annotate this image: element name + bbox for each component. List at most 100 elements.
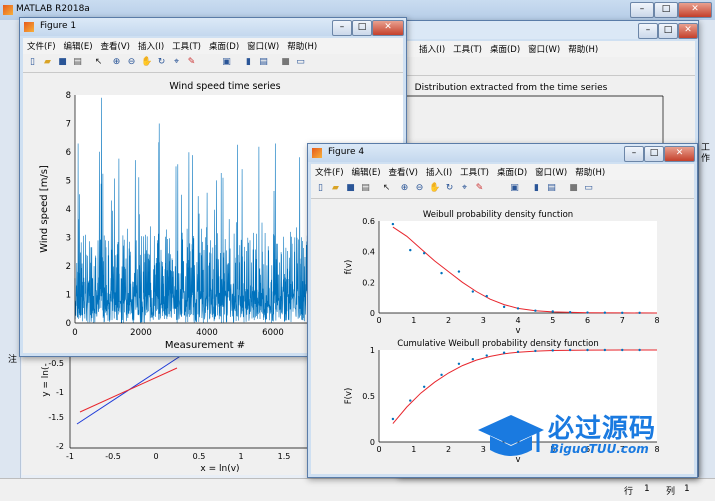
xtick-label: 0: [376, 445, 381, 454]
xtick-label: 1: [411, 445, 416, 454]
ytick-label: 0: [66, 319, 71, 329]
figure1-maximize-button[interactable]: □: [352, 20, 372, 36]
legend-icon[interactable]: ▤: [258, 57, 269, 68]
open-file-icon[interactable]: ▰: [42, 57, 53, 68]
chart-title: Wind speed time series: [169, 81, 280, 92]
fig4-menu-edit[interactable]: 编辑(E): [348, 164, 385, 180]
figure-back-ylabel: y = ln(-: [41, 363, 51, 397]
show-tools-icon[interactable]: ▭: [295, 57, 306, 68]
figure-back-close-button[interactable]: ✕: [678, 23, 698, 39]
menu-window[interactable]: 窗口(W): [524, 41, 564, 57]
zoom-out-icon[interactable]: ⊖: [126, 57, 137, 68]
chart-title: Weibull probability density function: [423, 210, 573, 220]
figure4-maximize-button[interactable]: □: [644, 146, 664, 162]
data-point: [534, 349, 537, 353]
maximize-button[interactable]: □: [654, 2, 678, 18]
fig4-zoom-out-icon[interactable]: ⊖: [414, 183, 425, 194]
fig4-save-icon[interactable]: ■: [345, 183, 356, 194]
pan-icon[interactable]: ✋: [141, 57, 152, 68]
fig1-menu-file[interactable]: 文件(F): [23, 38, 60, 54]
fig4-pan-icon[interactable]: ✋: [429, 183, 440, 194]
figure4-toolbar: ▯ ▰ ■ ▤ ↖ ⊕ ⊖ ✋ ↻ ⌖ ✎ ▣ ▮ ▤ ■ ▭: [311, 180, 694, 199]
ytick-neg1: -1: [56, 388, 64, 397]
figure4-minimize-button[interactable]: –: [624, 146, 644, 162]
data-point: [391, 417, 395, 421]
pointer-icon[interactable]: ↖: [93, 57, 104, 68]
hide-tools-icon[interactable]: ■: [280, 57, 291, 68]
menu-help[interactable]: 帮助(H): [564, 41, 602, 57]
xtick-0: 0: [153, 452, 158, 461]
ytick-neg2: -2: [56, 442, 64, 451]
fig4-menu-tools[interactable]: 工具(T): [456, 164, 493, 180]
fig4-hide-tools-icon[interactable]: ■: [568, 183, 579, 194]
figure4-close-button[interactable]: ✕: [664, 146, 695, 162]
fig4-menu-file[interactable]: 文件(F): [311, 164, 348, 180]
fig4-show-tools-icon[interactable]: ▭: [583, 183, 594, 194]
fig1-menu-desktop[interactable]: 桌面(D): [205, 38, 243, 54]
ytick-label: 0: [370, 438, 375, 447]
fig4-menu-window[interactable]: 窗口(W): [531, 164, 571, 180]
fig4-new-figure-icon[interactable]: ▯: [315, 183, 326, 194]
fig4-menu-insert[interactable]: 插入(I): [422, 164, 456, 180]
ytick-label: 2: [66, 262, 71, 272]
fig4-menu-view[interactable]: 查看(V): [385, 164, 422, 180]
fig1-menu-edit[interactable]: 编辑(E): [60, 38, 97, 54]
xtick-label: 2: [446, 316, 451, 325]
save-icon[interactable]: ■: [57, 57, 68, 68]
ytick-label: 0.6: [362, 217, 375, 226]
figure4-title-bar: Figure 4 – □ ✕: [308, 144, 697, 162]
ytick-label: 6: [66, 148, 71, 158]
fig1-menu-help[interactable]: 帮助(H): [283, 38, 321, 54]
close-button[interactable]: ✕: [678, 2, 712, 18]
figure-back-maximize-button[interactable]: □: [658, 23, 678, 39]
x-axis-label: v: [515, 326, 520, 336]
fig1-menu-insert[interactable]: 插入(I): [134, 38, 168, 54]
fig4-legend-icon[interactable]: ▤: [546, 183, 557, 194]
fig4-menu-help[interactable]: 帮助(H): [571, 164, 609, 180]
tools-panel-label[interactable]: 工作: [701, 143, 711, 165]
fig4-menu-desktop[interactable]: 桌面(D): [493, 164, 531, 180]
menu-insert[interactable]: 插入(I): [415, 41, 449, 57]
brush-icon[interactable]: ✎: [186, 57, 197, 68]
minimize-button[interactable]: –: [630, 2, 654, 18]
xtick-label: 8: [654, 316, 659, 325]
data-point: [502, 305, 506, 309]
fig1-menu-view[interactable]: 查看(V): [97, 38, 134, 54]
data-point: [391, 222, 395, 226]
new-figure-icon[interactable]: ▯: [27, 57, 38, 68]
data-point: [409, 248, 412, 252]
link-plot-icon[interactable]: ▣: [221, 57, 232, 68]
fig4-open-file-icon[interactable]: ▰: [330, 183, 341, 194]
rotate-icon[interactable]: ↻: [156, 57, 167, 68]
colorbar-icon[interactable]: ▮: [243, 57, 254, 68]
status-row-label: 行: [624, 487, 634, 497]
data-point: [457, 270, 461, 273]
watermark-en: BiguoTUU.com: [550, 442, 649, 456]
figure1-toolbar: ▯ ▰ ■ ▤ ↖ ⊕ ⊖ ✋ ↻ ⌖ ✎ ▣ ▮ ▤ ■ ▭: [23, 54, 403, 73]
fig4-rotate-icon[interactable]: ↻: [444, 183, 455, 194]
data-cursor-icon[interactable]: ⌖: [171, 57, 182, 68]
menu-tools[interactable]: 工具(T): [449, 41, 486, 57]
figure-back-minimize-button[interactable]: –: [638, 23, 658, 39]
data-point: [621, 348, 624, 352]
fig4-zoom-in-icon[interactable]: ⊕: [399, 183, 410, 194]
fig4-link-plot-icon[interactable]: ▣: [509, 183, 520, 194]
figure1-title: Figure 1: [40, 21, 77, 31]
plot-area: [379, 221, 657, 313]
figure-back-toolbar: [401, 57, 695, 76]
fig4-colorbar-icon[interactable]: ▮: [531, 183, 542, 194]
fig4-data-cursor-icon[interactable]: ⌖: [459, 183, 470, 194]
data-point: [471, 358, 475, 361]
zoom-in-icon[interactable]: ⊕: [111, 57, 122, 68]
data-point: [485, 294, 488, 298]
fig4-brush-icon[interactable]: ✎: [474, 183, 485, 194]
fig1-menu-window[interactable]: 窗口(W): [243, 38, 283, 54]
print-icon[interactable]: ▤: [72, 57, 83, 68]
figure1-close-button[interactable]: ✕: [372, 20, 404, 36]
ytick-label: 4: [66, 205, 71, 215]
menu-desktop[interactable]: 桌面(D): [486, 41, 524, 57]
fig4-print-icon[interactable]: ▤: [360, 183, 371, 194]
fig4-pointer-icon[interactable]: ↖: [381, 183, 392, 194]
fig1-menu-tools[interactable]: 工具(T): [168, 38, 205, 54]
figure1-minimize-button[interactable]: –: [332, 20, 352, 36]
